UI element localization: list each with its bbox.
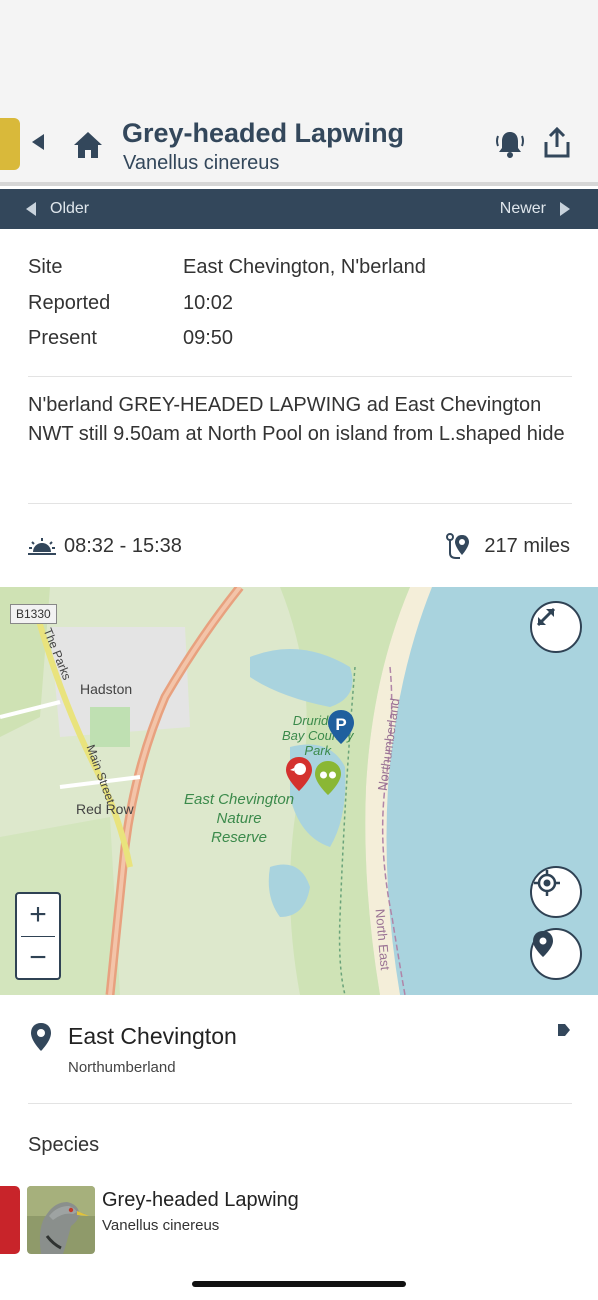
expand-icon xyxy=(536,607,556,627)
daylight-text: 08:32 - 15:38 xyxy=(64,534,182,557)
detail-row-present: Present 09:50 xyxy=(28,327,572,363)
hide-marker-icon[interactable] xyxy=(314,760,342,796)
divider xyxy=(28,376,572,377)
detail-value: 10:02 xyxy=(183,291,234,314)
detail-key: Site xyxy=(28,256,63,278)
home-indicator[interactable] xyxy=(192,1281,406,1287)
distance-info: 217 miles xyxy=(444,530,570,562)
sunrise-icon xyxy=(28,538,56,555)
site-location-button[interactable] xyxy=(530,928,582,980)
detail-value: 09:50 xyxy=(183,327,234,349)
crosshair-icon xyxy=(534,870,560,896)
distance-text: 217 miles xyxy=(484,534,570,557)
route-pin-icon xyxy=(446,533,470,559)
map-label-red-row: Red Row xyxy=(76,801,134,817)
home-icon[interactable] xyxy=(72,130,104,160)
detail-key: Present xyxy=(28,327,97,349)
location-pin-icon xyxy=(31,1023,51,1051)
species-name: Grey-headed Lapwing xyxy=(102,1189,299,1211)
back-arrow-icon[interactable] xyxy=(32,134,44,150)
svg-text:P: P xyxy=(335,715,346,734)
bell-icon[interactable] xyxy=(494,128,526,160)
status-bar-area xyxy=(0,0,598,100)
species-scientific-name: Vanellus cinereus xyxy=(102,1217,220,1234)
bird-marker-icon[interactable] xyxy=(285,756,313,792)
newer-button[interactable]: Newer xyxy=(500,189,570,229)
sighting-details: Site East Chevington, N'berland Reported… xyxy=(28,256,572,363)
older-newer-bar: Older Newer xyxy=(0,189,598,229)
parking-marker-icon[interactable]: P xyxy=(327,709,355,745)
divider xyxy=(28,1103,572,1104)
location-row[interactable]: East Chevington Northumberland xyxy=(0,995,598,1103)
my-location-button[interactable] xyxy=(530,866,582,918)
chevron-left-icon xyxy=(26,202,36,216)
chevron-right-icon xyxy=(560,202,570,216)
map-pin-icon xyxy=(533,931,553,957)
divider xyxy=(28,503,572,504)
header: Grey-headed Lapwing Vanellus cinereus xyxy=(0,100,598,186)
species-heading: Species xyxy=(28,1134,100,1156)
older-label: Older xyxy=(50,200,90,217)
detail-key: Reported xyxy=(28,291,111,314)
map-label-hadston: Hadston xyxy=(80,681,133,697)
zoom-out-button[interactable]: − xyxy=(17,937,59,979)
detail-value: East Chevington, N'berland xyxy=(183,256,426,278)
detail-row-site: Site East Chevington, N'berland xyxy=(28,256,572,292)
page-subtitle: Vanellus cinereus xyxy=(123,152,280,174)
sighting-message: N'berland GREY-HEADED LAPWING ad East Ch… xyxy=(28,394,565,445)
map-view[interactable]: B1330 The Parks Hadston Main Street Red … xyxy=(0,587,598,995)
fullscreen-button[interactable] xyxy=(530,601,582,653)
road-label: B1330 xyxy=(10,604,57,624)
page-title: Grey-headed Lapwing xyxy=(122,118,405,148)
rarity-indicator xyxy=(0,1186,20,1254)
detail-row-reported: Reported 10:02 xyxy=(28,292,572,328)
map-label-nature-reserve: East Chevington Nature Reserve xyxy=(184,791,295,846)
share-icon[interactable] xyxy=(540,126,574,160)
newer-label: Newer xyxy=(499,200,546,217)
older-button[interactable]: Older xyxy=(26,189,89,229)
zoom-in-button[interactable]: + xyxy=(17,894,59,936)
rarity-indicator xyxy=(0,118,20,170)
zoom-control: + − xyxy=(15,892,61,980)
daylight-times: 08:32 - 15:38 xyxy=(28,530,182,562)
location-name: East Chevington xyxy=(68,1023,237,1049)
location-county: Northumberland xyxy=(68,1059,176,1076)
species-thumbnail[interactable] xyxy=(27,1186,95,1254)
chevron-right-icon[interactable] xyxy=(557,1022,571,1038)
